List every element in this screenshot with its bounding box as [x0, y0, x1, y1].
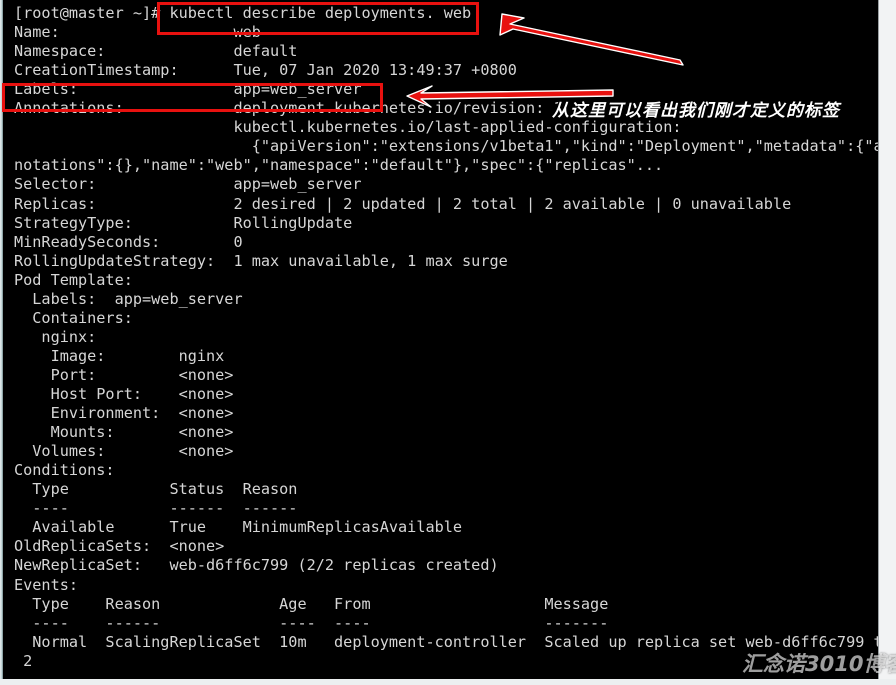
terminal-line: kubectl.kubernetes.io/last-applied-confi…	[14, 118, 682, 137]
blog-watermark: 汇念诺3010博客	[742, 652, 896, 676]
terminal-line: Mounts: <none>	[14, 423, 234, 442]
terminal-line: Labels: app=web_server	[14, 289, 243, 308]
terminal-line: CreationTimestamp: Tue, 07 Jan 2020 13:4…	[14, 61, 517, 80]
terminal-line: Pod Template:	[14, 270, 133, 289]
terminal-line: OldReplicaSets: <none>	[14, 537, 225, 556]
terminal-line: Conditions:	[14, 461, 115, 480]
terminal-line: Volumes: <none>	[14, 442, 234, 461]
terminal-line: Available True MinimumReplicasAvailable	[14, 518, 463, 537]
terminal-line: Port: <none>	[14, 365, 234, 384]
terminal-line: Annotations: deployment.kubernetes.io/re…	[14, 99, 563, 118]
terminal-line: Type Reason Age From Message	[14, 594, 609, 613]
window-bottom-edge	[0, 679, 896, 685]
terminal-line: StrategyType: RollingUpdate	[14, 213, 353, 232]
terminal-line: Type Status Reason	[14, 480, 298, 499]
terminal-line: Environment: <none>	[14, 404, 234, 423]
terminal-line: Replicas: 2 desired | 2 updated | 2 tota…	[14, 194, 792, 213]
terminal-screenshot: [root@master ~]# kubectl describe deploy…	[0, 0, 896, 685]
terminal-line: ---- ------ ------	[14, 499, 298, 518]
terminal-line: Containers:	[14, 308, 133, 327]
terminal-line: Host Port: <none>	[14, 385, 234, 403]
terminal-line: NewReplicaSet: web-d6ff6c799 (2/2 replic…	[14, 556, 499, 575]
terminal-line: nginx:	[14, 327, 97, 346]
terminal-line: [root@master ~]# kubectl describe deploy…	[14, 4, 472, 22]
terminal-line: Namespace: default	[14, 42, 298, 61]
terminal-line: Selector: app=web_server	[14, 175, 362, 194]
terminal-line: Name: web	[14, 23, 261, 42]
terminal-line: Labels: app=web_server	[14, 80, 362, 99]
chinese-annotation-note: 从这里可以看出我们刚才定义的标签	[552, 101, 840, 121]
terminal-line: {"apiVersion":"extensions/v1beta1","kind…	[14, 137, 878, 156]
terminal-line: ---- ------ ---- ---- -------	[14, 613, 609, 632]
terminal-line: Image: nginx	[14, 346, 225, 365]
terminal-line: RollingUpdateStrategy: 1 max unavailable…	[14, 251, 508, 270]
window-right-edge	[878, 0, 896, 685]
terminal-line: 2	[14, 651, 33, 670]
window-left-edge	[0, 0, 3, 685]
terminal-line: notations":{},"name":"web","namespace":"…	[14, 156, 664, 175]
terminal-line: Events:	[14, 575, 79, 594]
terminal-line: MinReadySeconds: 0	[14, 232, 243, 251]
